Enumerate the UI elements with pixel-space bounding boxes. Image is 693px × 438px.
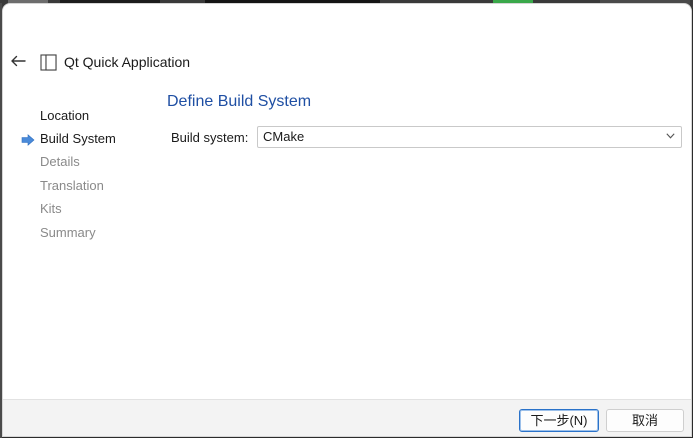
step-summary: Summary (40, 225, 96, 240)
current-step-arrow-icon (21, 134, 35, 146)
window-title: Qt Quick Application (64, 54, 191, 70)
step-build-system: Build System (40, 131, 116, 146)
wizard-window: Qt Quick Application Location Build Syst… (2, 3, 692, 437)
wizard-footer: 下一步(N) 取消 (3, 399, 691, 436)
build-system-value: CMake (263, 129, 305, 144)
build-system-select[interactable]: CMake (257, 126, 682, 148)
arrow-left-icon (11, 55, 26, 67)
step-location: Location (40, 108, 90, 123)
cancel-button[interactable]: 取消 (606, 409, 684, 432)
qt-wizard-icon (40, 54, 57, 71)
next-button[interactable]: 下一步(N) (519, 409, 599, 432)
back-button[interactable] (6, 53, 30, 69)
wizard-header: Qt Quick Application (3, 42, 691, 78)
chevron-down-icon (666, 133, 675, 139)
page-title: Define Build System (167, 93, 312, 110)
build-system-label: Build system: (171, 130, 249, 145)
step-translation: Translation (40, 178, 104, 193)
step-details: Details (40, 154, 80, 169)
step-kits: Kits (40, 201, 62, 216)
